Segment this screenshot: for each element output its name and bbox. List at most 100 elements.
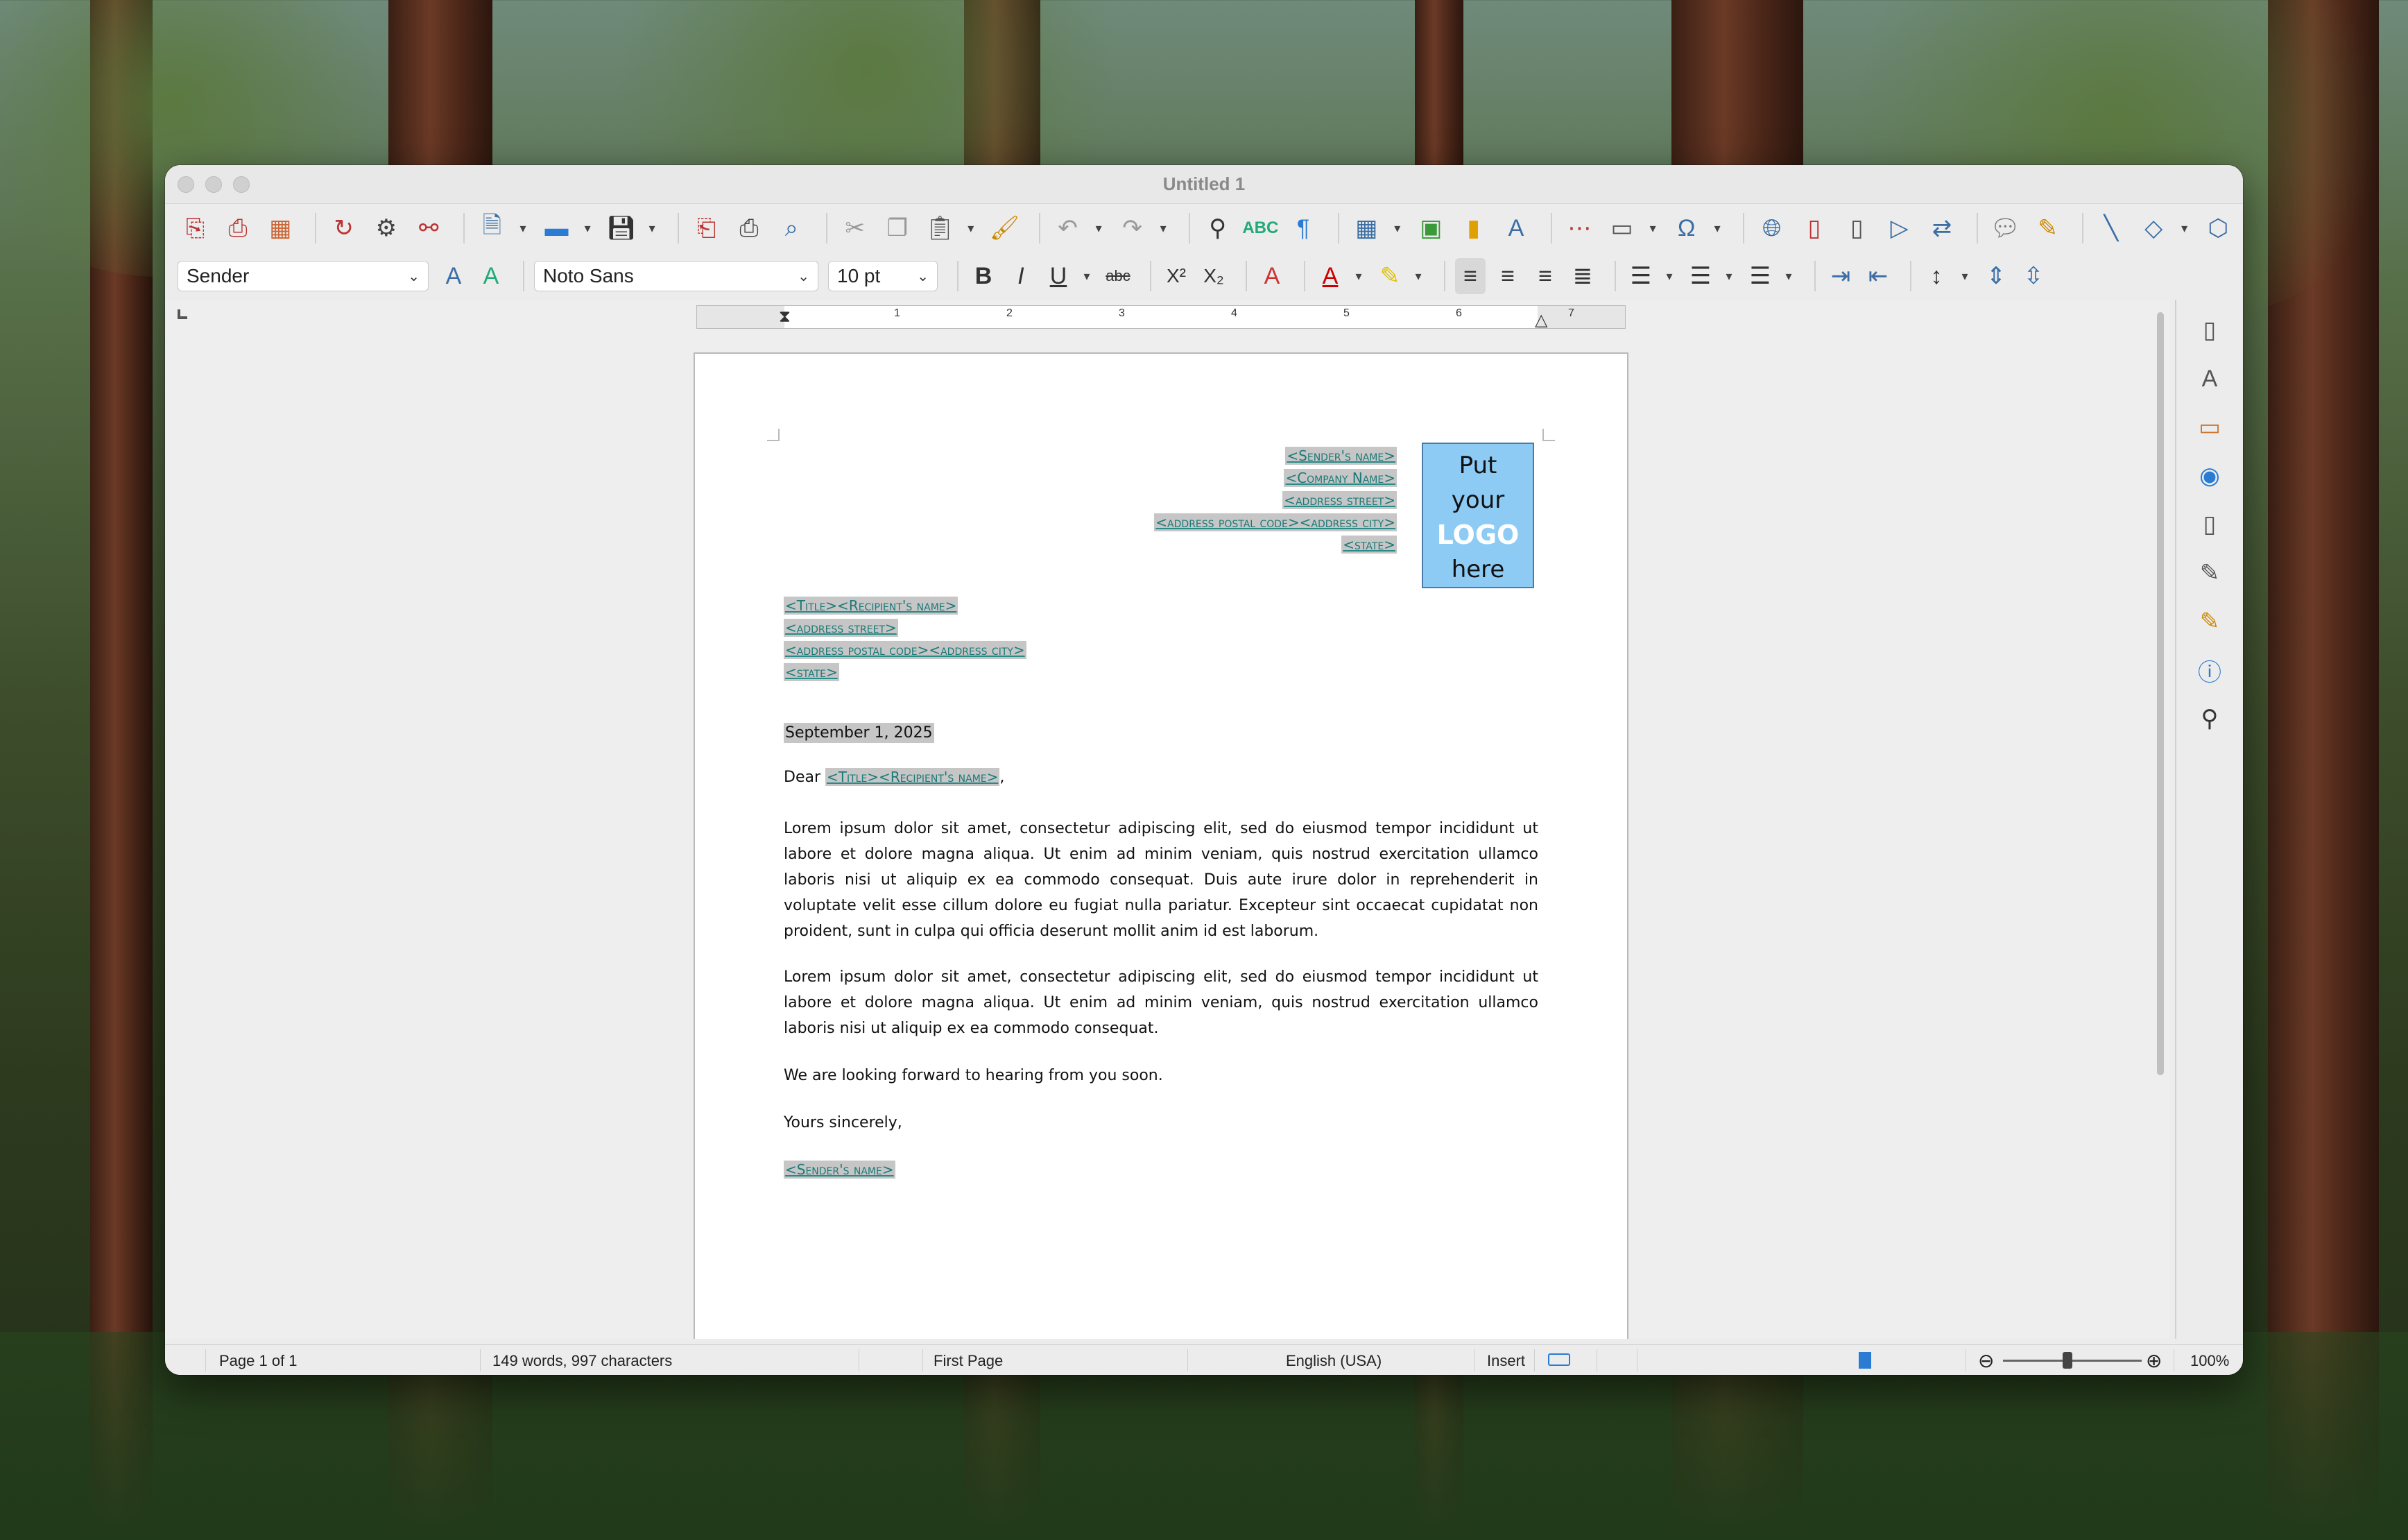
special-character-dropdown[interactable]: ▾ <box>1711 221 1723 236</box>
increase-indent-icon[interactable]: ⇥ <box>1825 258 1856 294</box>
bold-icon[interactable]: B <box>968 258 999 294</box>
outline-list-icon[interactable]: ☰ <box>1745 258 1775 294</box>
superscript-icon[interactable]: X² <box>1161 258 1192 294</box>
page-style[interactable]: First Page <box>934 1352 1003 1370</box>
salutation-recipient-field[interactable]: <Title><Recipient's name> <box>825 768 1000 786</box>
update-style-icon[interactable]: A <box>438 258 469 294</box>
find-icon[interactable]: ⚲ <box>2192 701 2228 737</box>
font-size-select[interactable]: 10 pt ⌄ <box>828 261 938 291</box>
navigator-icon[interactable]: ◉ <box>2192 458 2228 494</box>
export-template-icon[interactable]: ▦ <box>263 210 298 246</box>
page-indicator[interactable]: Page 1 of 1 <box>219 1352 298 1370</box>
export-odf-draw-icon[interactable]: ⎙ <box>220 210 255 246</box>
selection-mode-icon[interactable] <box>1548 1353 1570 1366</box>
line-spacing-dropdown[interactable]: ▾ <box>1959 269 1971 284</box>
italic-icon[interactable]: I <box>1006 258 1036 294</box>
recipient-street-field[interactable]: <address street> <box>784 619 898 637</box>
undo-icon[interactable]: ↶ <box>1050 210 1085 246</box>
recipient-state-field[interactable]: <state> <box>784 663 839 681</box>
document-page[interactable]: <Sender's name> <Company Name> <address … <box>694 352 1628 1339</box>
formatting-marks-icon[interactable]: ¶ <box>1285 210 1321 246</box>
horizontal-ruler[interactable]: 1 2 3 4 5 6 7 ⧗ △ <box>696 305 1626 330</box>
vertical-scrollbar[interactable] <box>2156 304 2165 1206</box>
increase-paragraph-spacing-icon[interactable]: ⇕ <box>1981 258 2011 294</box>
open-dropdown[interactable]: ▾ <box>581 221 594 236</box>
single-page-view-icon[interactable] <box>1859 1352 1871 1369</box>
closing-line[interactable]: We are looking forward to hearing from y… <box>784 1067 1163 1084</box>
basic-shapes-icon[interactable]: ◇ <box>2135 210 2171 246</box>
highlight-color-icon[interactable]: ✎ <box>1375 258 1405 294</box>
style-inspector-icon[interactable]: ✎ <box>2192 555 2228 591</box>
scrollbar-thumb[interactable] <box>2157 312 2164 1075</box>
highlight-color-dropdown[interactable]: ▾ <box>1412 269 1425 284</box>
decrease-paragraph-spacing-icon[interactable]: ⇳ <box>2018 258 2049 294</box>
zoom-slider[interactable] <box>2003 1360 2142 1362</box>
comment-icon[interactable]: 💬︎ <box>1988 210 2023 246</box>
insert-image-icon[interactable]: ▣ <box>1413 210 1449 246</box>
bullet-list-icon[interactable]: ☰ <box>1626 258 1656 294</box>
date-field[interactable]: September 1, 2025 <box>784 723 934 743</box>
styles-icon[interactable]: A <box>2192 361 2228 397</box>
company-name-field[interactable]: <Company Name> <box>1284 469 1397 487</box>
strikethrough-icon[interactable]: abc <box>1103 258 1133 294</box>
insert-field-dropdown[interactable]: ▾ <box>1646 221 1659 236</box>
redo-icon[interactable]: ↷ <box>1115 210 1150 246</box>
font-name-select[interactable]: Noto Sans ⌄ <box>534 261 818 291</box>
cut-icon[interactable]: ✂ <box>837 210 872 246</box>
cross-reference-icon[interactable]: ⇄ <box>1924 210 1959 246</box>
footnote-icon[interactable]: ▯ <box>1796 210 1832 246</box>
recipient-postal-city-field[interactable]: <address postal code><address city> <box>784 641 1026 659</box>
font-color-icon[interactable]: A <box>1315 258 1345 294</box>
insert-chart-icon[interactable]: ▮ <box>1456 210 1491 246</box>
tab-stop-selector[interactable] <box>178 309 187 319</box>
insert-table-dropdown[interactable]: ▾ <box>1391 221 1404 236</box>
undo-dropdown[interactable]: ▾ <box>1092 221 1105 236</box>
basic-shapes-dropdown[interactable]: ▾ <box>2178 221 2191 236</box>
right-indent-marker[interactable]: △ <box>1535 310 1547 330</box>
print-icon[interactable]: ⎙ <box>731 210 766 246</box>
macro-record-icon[interactable]: ⚯ <box>411 210 447 246</box>
macro-run-icon[interactable]: ↻ <box>326 210 361 246</box>
zoom-out-icon[interactable]: ⊖ <box>1978 1349 1994 1372</box>
draw-functions-icon[interactable]: ⬡ <box>2201 210 2236 246</box>
document-area[interactable]: 1 2 3 4 5 6 7 ⧗ △ <Sender's name> <Compa… <box>165 300 2169 1339</box>
endnote-icon[interactable]: ▯ <box>1839 210 1875 246</box>
redo-dropdown[interactable]: ▾ <box>1157 221 1169 236</box>
align-left-icon[interactable]: ≡ <box>1455 258 1486 294</box>
print-preview-icon[interactable]: ⌕ <box>774 210 809 246</box>
new-style-icon[interactable]: A <box>476 258 506 294</box>
save-dropdown[interactable]: ▾ <box>646 221 658 236</box>
hyperlink-icon[interactable]: 🌐︎ <box>1754 210 1789 246</box>
body-paragraph-1[interactable]: Lorem ipsum dolor sit amet, consectetur … <box>784 816 1538 944</box>
bullet-list-dropdown[interactable]: ▾ <box>1663 269 1676 284</box>
bookmark-icon[interactable]: ▷ <box>1882 210 1917 246</box>
underline-dropdown[interactable]: ▾ <box>1081 269 1093 284</box>
insert-mode[interactable]: Insert <box>1487 1352 1525 1370</box>
underline-icon[interactable]: U <box>1043 258 1074 294</box>
insert-textbox-icon[interactable]: A <box>1498 210 1533 246</box>
paste-dropdown[interactable]: ▾ <box>965 221 977 236</box>
line-spacing-icon[interactable]: ↕ <box>1921 258 1952 294</box>
zoom-slider-thumb[interactable] <box>2063 1352 2072 1369</box>
numbered-list-dropdown[interactable]: ▾ <box>1723 269 1735 284</box>
word-count[interactable]: 149 words, 997 characters <box>492 1352 672 1370</box>
paragraph-style-select[interactable]: Sender ⌄ <box>178 261 429 291</box>
language-indicator[interactable]: English (USA) <box>1286 1352 1382 1370</box>
page-properties-icon[interactable]: ▯ <box>2192 312 2228 348</box>
paste-icon[interactable]: 📋︎ <box>922 210 958 246</box>
align-right-icon[interactable]: ≡ <box>1530 258 1560 294</box>
copy-icon[interactable]: ❐ <box>879 210 915 246</box>
left-indent-marker[interactable]: ⧗ <box>779 307 791 327</box>
insert-field-icon[interactable]: ▭ <box>1604 210 1640 246</box>
spelling-icon[interactable]: ABC <box>1242 210 1278 246</box>
clear-formatting-icon[interactable]: A <box>1257 258 1287 294</box>
zoom-level[interactable]: 100% <box>2190 1352 2229 1370</box>
gallery-icon[interactable]: ▭ <box>2192 409 2228 445</box>
save-icon[interactable]: 💾︎ <box>603 210 639 246</box>
clone-formatting-icon[interactable]: 🖌︎ <box>987 210 1022 246</box>
font-color-dropdown[interactable]: ▾ <box>1352 269 1365 284</box>
sender-postal-city-field[interactable]: <address postal code><address city> <box>1154 513 1397 531</box>
justify-icon[interactable]: ≣ <box>1567 258 1598 294</box>
export-odf-icon[interactable]: ⎘ <box>178 210 213 246</box>
sender-name-field[interactable]: <Sender's name> <box>1285 447 1397 465</box>
